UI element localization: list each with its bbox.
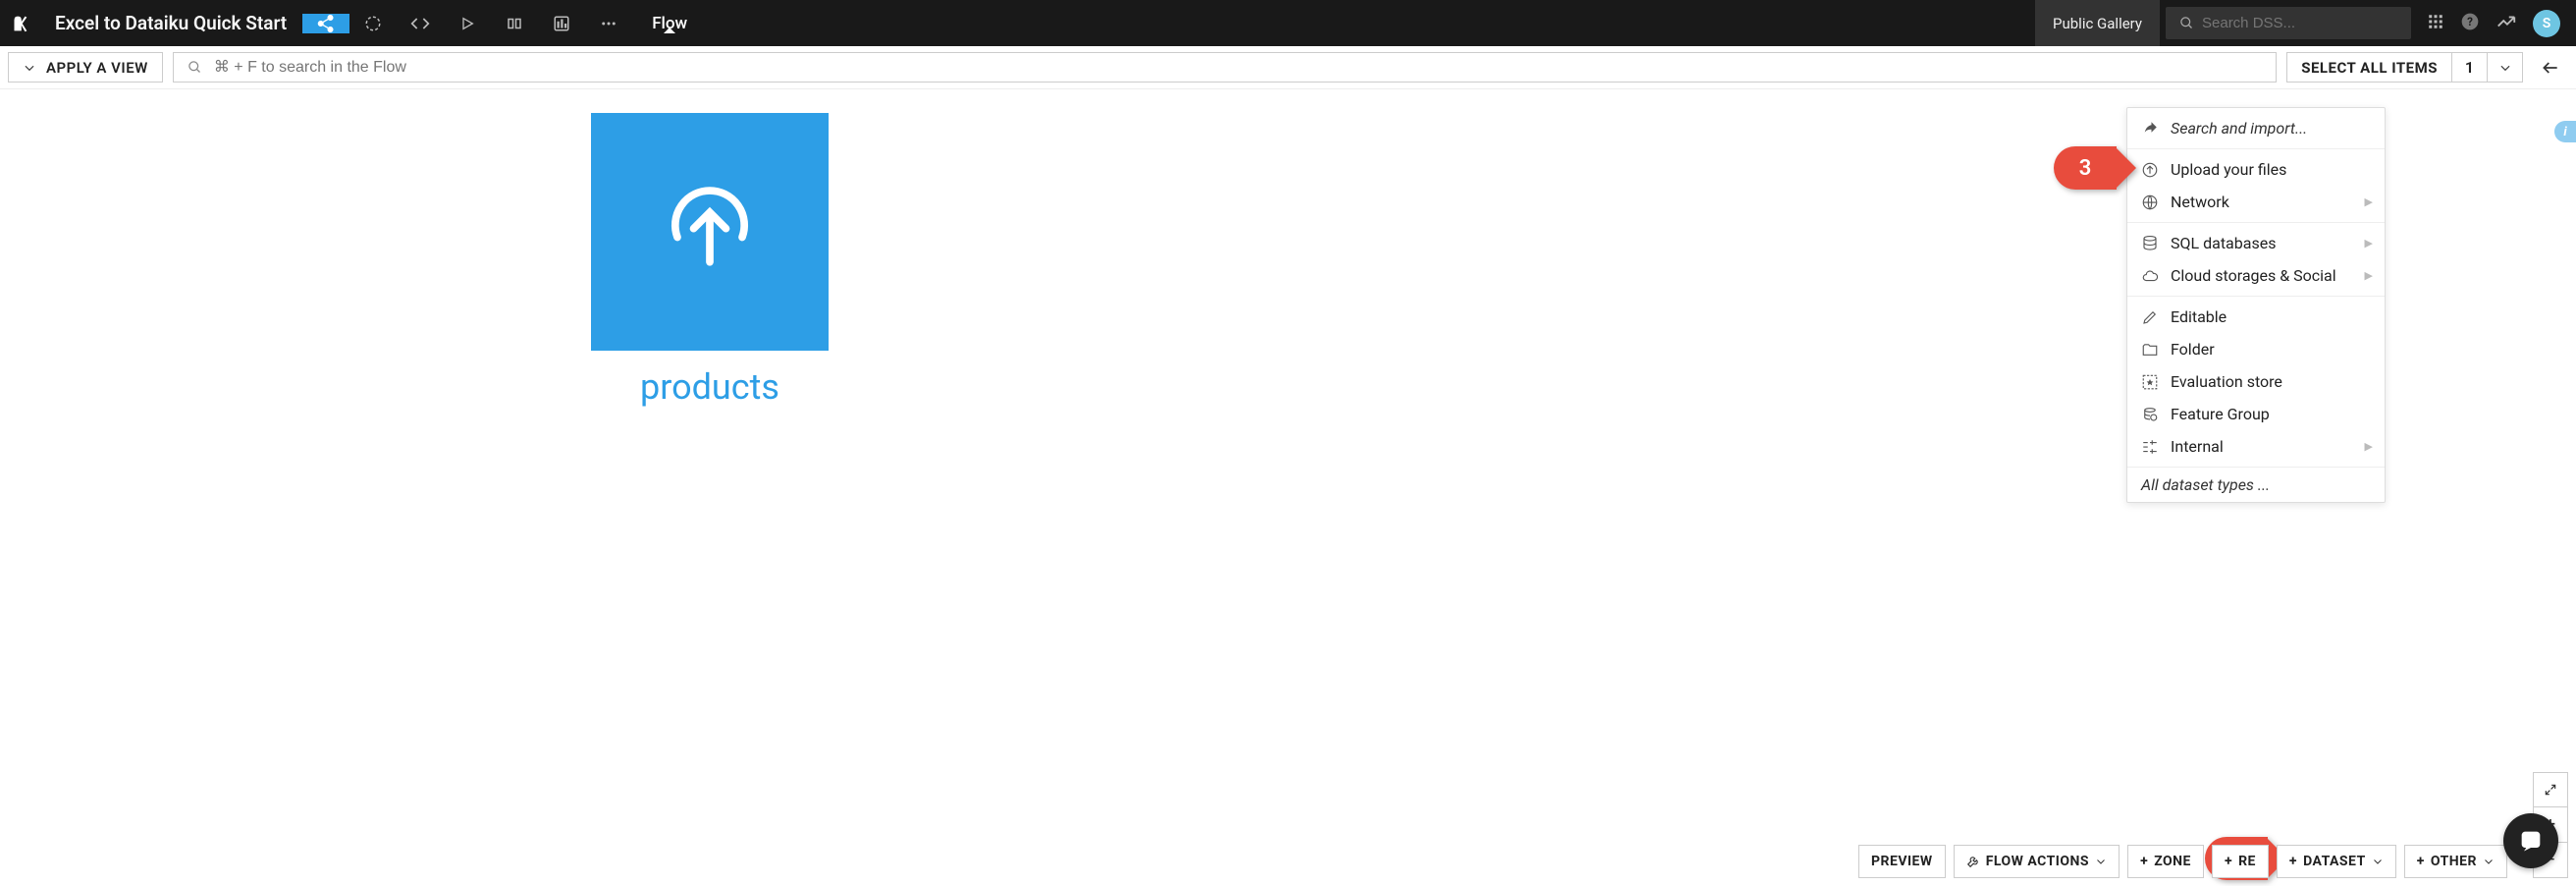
trend-icon[interactable]	[2496, 11, 2517, 36]
svg-text:?: ?	[2467, 15, 2473, 28]
folder-icon	[2141, 341, 2159, 359]
database-icon	[2141, 235, 2159, 252]
flow-icon[interactable]	[302, 14, 349, 33]
upload-icon	[656, 178, 764, 286]
flow-canvas[interactable]: products Search and import... Upload you…	[0, 89, 2576, 886]
arrow-left-icon	[2541, 58, 2560, 78]
chevron-down-icon	[2498, 61, 2512, 75]
plus-icon: +	[2140, 854, 2148, 869]
collapse-sidebar-button[interactable]	[2533, 52, 2568, 83]
global-search[interactable]	[2166, 7, 2411, 39]
intercom-chat-button[interactable]	[2503, 813, 2558, 868]
expand-icon	[2544, 783, 2557, 797]
dropdown-folder[interactable]: Folder	[2127, 333, 2385, 365]
dropdown-cloud-social[interactable]: Cloud storages & Social ▶	[2127, 259, 2385, 292]
feature-group-icon	[2141, 406, 2159, 423]
dataiku-logo[interactable]	[0, 13, 39, 34]
ml-icon[interactable]	[349, 14, 397, 33]
flow-search-input[interactable]	[214, 59, 2262, 77]
share-icon	[2141, 120, 2159, 138]
select-all-button[interactable]: SELECT ALL ITEMS	[2286, 52, 2452, 83]
topbar-right: ? S	[2411, 0, 2576, 46]
topbar-left: Excel to Dataiku Quick Start	[0, 0, 707, 46]
select-chevron-button[interactable]	[2488, 52, 2523, 83]
plus-icon: +	[2417, 854, 2425, 869]
dropdown-editable[interactable]: Editable	[2127, 301, 2385, 333]
dropdown-internal[interactable]: Internal ▶	[2127, 430, 2385, 463]
dropdown-sql-databases[interactable]: SQL databases ▶	[2127, 227, 2385, 259]
dataset-node-products[interactable]: products	[591, 113, 829, 408]
select-count: 1	[2452, 52, 2488, 83]
flow-search[interactable]	[173, 52, 2277, 83]
user-avatar[interactable]: S	[2533, 10, 2560, 37]
help-icon[interactable]: ?	[2460, 12, 2480, 35]
plus-icon: +	[2289, 854, 2297, 869]
topbar-nav-icons	[302, 14, 632, 33]
search-icon	[188, 60, 202, 75]
apply-view-button[interactable]: APPLY A VIEW	[8, 52, 163, 83]
chevron-right-icon: ▶	[2365, 195, 2373, 208]
cloud-icon	[2141, 267, 2159, 285]
dropdown-feature-group[interactable]: Feature Group	[2127, 398, 2385, 430]
select-all-group: SELECT ALL ITEMS 1	[2286, 52, 2523, 83]
dropdown-all-types[interactable]: All dataset types ...	[2127, 468, 2385, 502]
dashboard-icon[interactable]	[538, 14, 585, 33]
public-gallery-link[interactable]: Public Gallery	[2035, 0, 2160, 46]
chevron-right-icon: ▶	[2365, 440, 2373, 453]
dropdown-evaluation-store[interactable]: Evaluation store	[2127, 365, 2385, 398]
chat-icon	[2517, 827, 2545, 855]
project-title[interactable]: Excel to Dataiku Quick Start	[39, 12, 302, 34]
run-icon[interactable]	[444, 14, 491, 33]
add-dataset-button[interactable]: +DATASET	[2277, 845, 2396, 878]
plus-icon: +	[2225, 854, 2232, 869]
fullscreen-button[interactable]	[2533, 772, 2568, 807]
chevron-right-icon: ▶	[2365, 237, 2373, 249]
chevron-down-icon	[23, 61, 36, 75]
add-recipe-button[interactable]: +RE	[2212, 845, 2269, 878]
code-icon[interactable]	[397, 14, 444, 33]
callout-3: 3	[2054, 146, 2117, 190]
pencil-icon	[2141, 308, 2159, 326]
chevron-right-icon: ▶	[2365, 269, 2373, 282]
dropdown-upload-files[interactable]: Upload your files	[2127, 153, 2385, 186]
star-box-icon	[2141, 373, 2159, 391]
flow-actions-button[interactable]: FLOW ACTIONS	[1954, 845, 2120, 878]
apps-icon[interactable]	[2427, 13, 2444, 34]
flow-action-bar: PREVIEW FLOW ACTIONS +ZONE +RE +DATASET …	[1858, 845, 2507, 878]
info-badge[interactable]: i	[2554, 121, 2576, 142]
topbar: Excel to Dataiku Quick Start	[0, 0, 2576, 46]
chevron-down-icon	[2372, 856, 2384, 867]
search-icon	[2179, 16, 2194, 30]
new-dataset-dropdown: Search and import... Upload your files N…	[2126, 107, 2386, 503]
chevron-down-icon	[2483, 856, 2495, 867]
globe-icon	[2141, 194, 2159, 211]
upload-icon	[2141, 161, 2159, 179]
apply-view-label: APPLY A VIEW	[46, 59, 148, 77]
preview-button[interactable]: PREVIEW	[1858, 845, 1946, 878]
chevron-down-icon	[2095, 856, 2107, 867]
internal-icon	[2141, 438, 2159, 456]
dataset-label: products	[591, 366, 829, 408]
flow-tab-label[interactable]: Flow	[632, 14, 707, 33]
add-zone-button[interactable]: +ZONE	[2127, 845, 2204, 878]
more-icon[interactable]	[585, 14, 632, 33]
dropdown-network[interactable]: Network ▶	[2127, 186, 2385, 218]
global-search-input[interactable]	[2202, 15, 2397, 31]
flow-toolbar: APPLY A VIEW SELECT ALL ITEMS 1	[0, 46, 2576, 89]
wiki-icon[interactable]	[491, 14, 538, 33]
dropdown-search-import[interactable]: Search and import...	[2127, 112, 2385, 144]
add-other-button[interactable]: +OTHER	[2404, 845, 2507, 878]
wrench-icon	[1966, 855, 1980, 868]
dataset-icon-upload[interactable]	[591, 113, 829, 351]
